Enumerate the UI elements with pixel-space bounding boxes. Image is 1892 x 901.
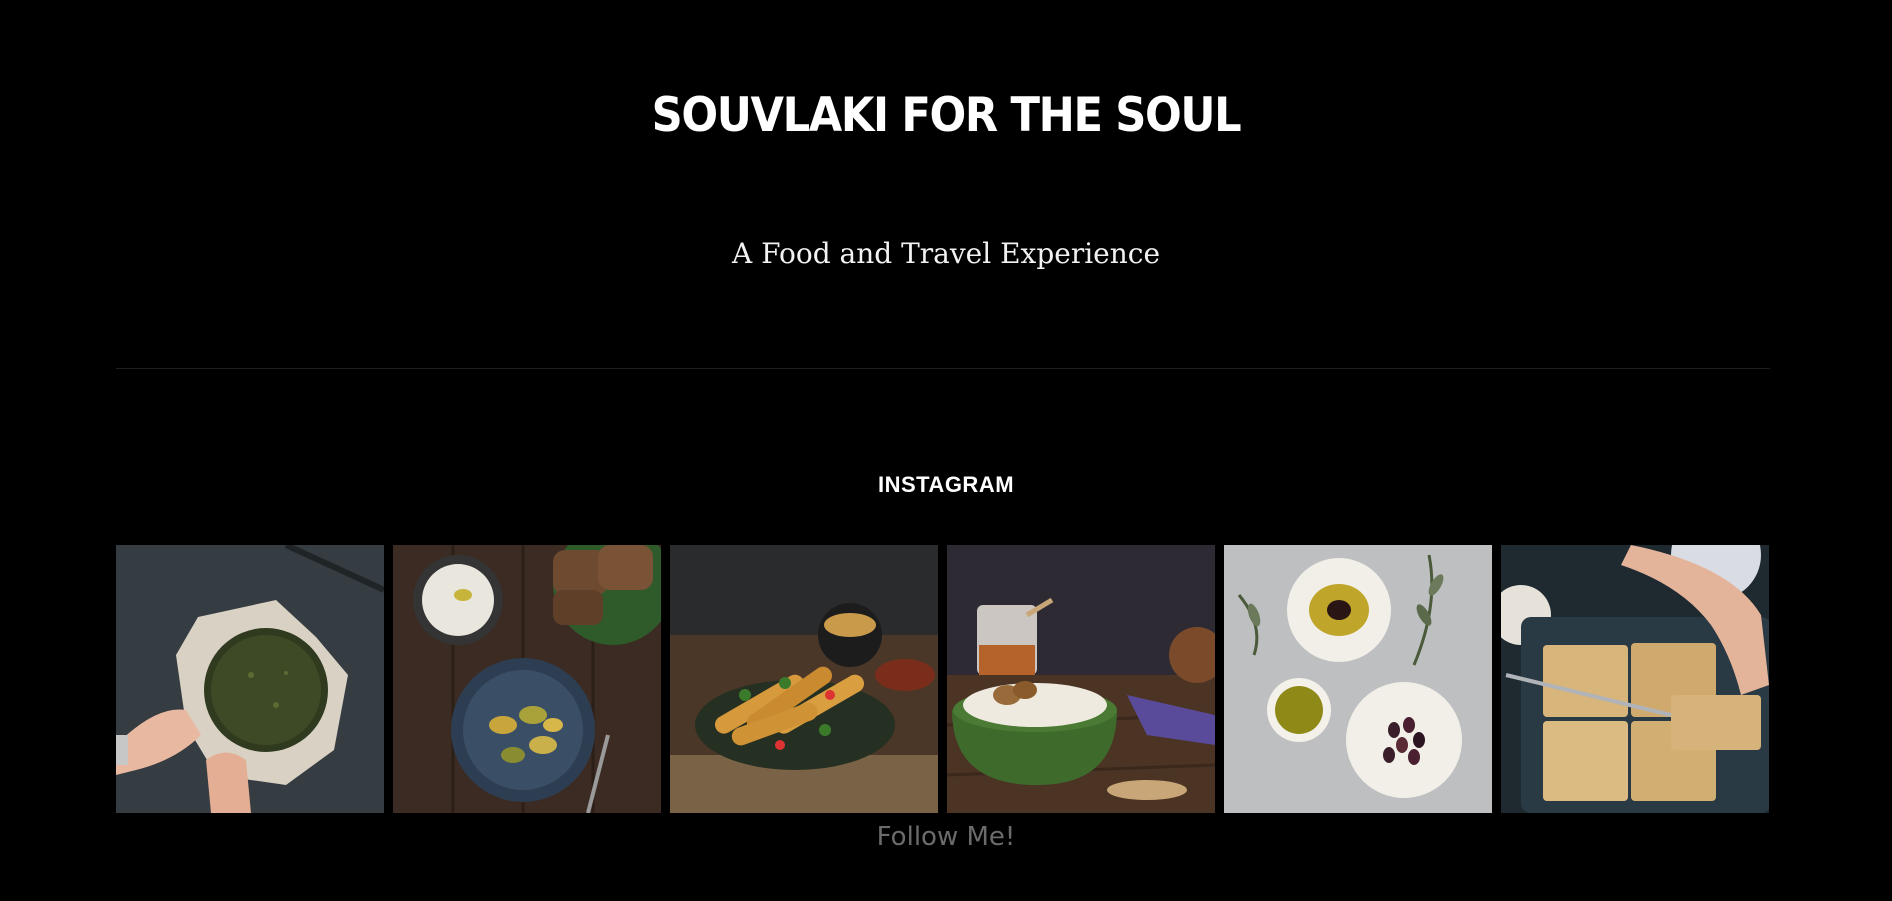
spring-rolls-image [670, 545, 938, 813]
instagram-photo-1[interactable] [116, 545, 384, 813]
olive-oil-olives-image [1224, 545, 1492, 813]
header-divider [116, 368, 1770, 369]
instagram-photo-5[interactable] [1224, 545, 1492, 813]
instagram-photo-4[interactable] [947, 545, 1215, 813]
instagram-heading: INSTAGRAM [877, 472, 1015, 497]
spanakopita-tray-image [1501, 545, 1769, 813]
spinach-pie-image [116, 545, 384, 813]
instagram-photo-6[interactable] [1501, 545, 1769, 813]
follow-me-link[interactable]: Follow Me! [0, 822, 1892, 852]
instagram-gallery [116, 545, 1769, 813]
site-tagline: A Food and Travel Experience [731, 237, 1161, 270]
yogurt-honey-walnuts-image [947, 545, 1215, 813]
instagram-photo-3[interactable] [670, 545, 938, 813]
instagram-photo-2[interactable] [393, 545, 661, 813]
tzatziki-zucchini-image [393, 545, 661, 813]
site-title[interactable]: SOUVLAKI FOR THE SOUL [76, 84, 1817, 148]
